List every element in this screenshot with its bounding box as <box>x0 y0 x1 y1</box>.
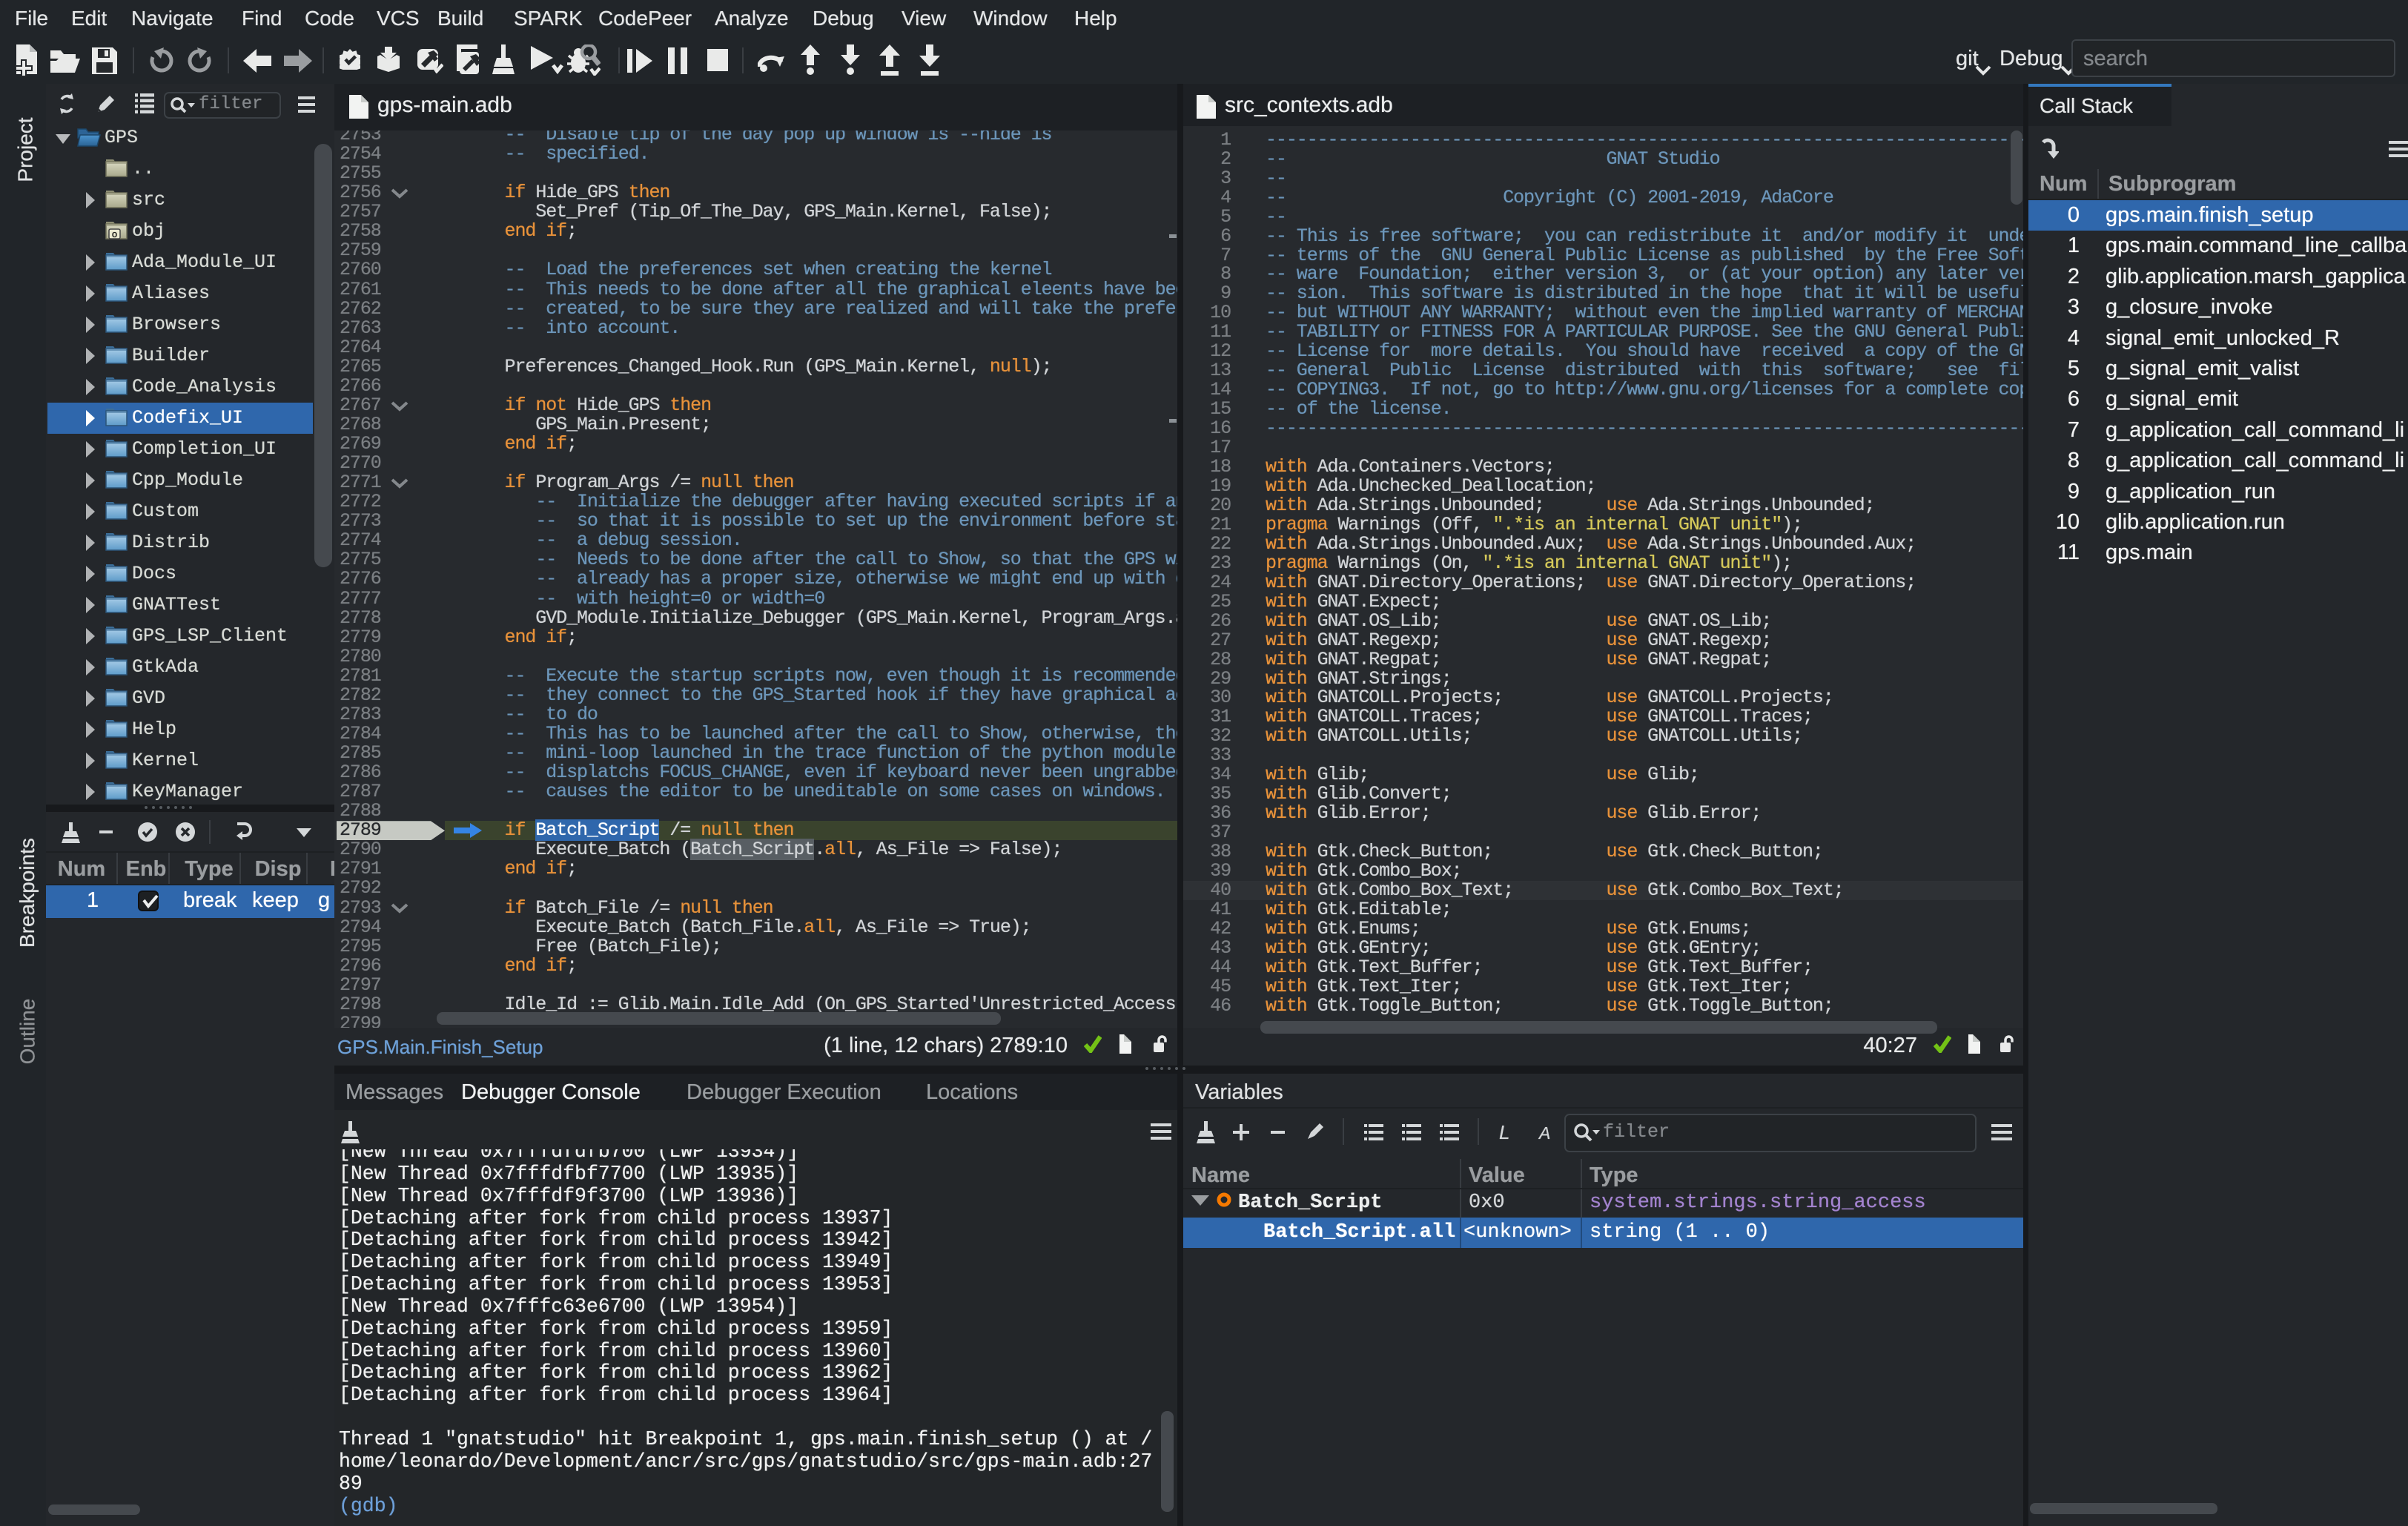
svg-text:o: o <box>112 229 118 240</box>
